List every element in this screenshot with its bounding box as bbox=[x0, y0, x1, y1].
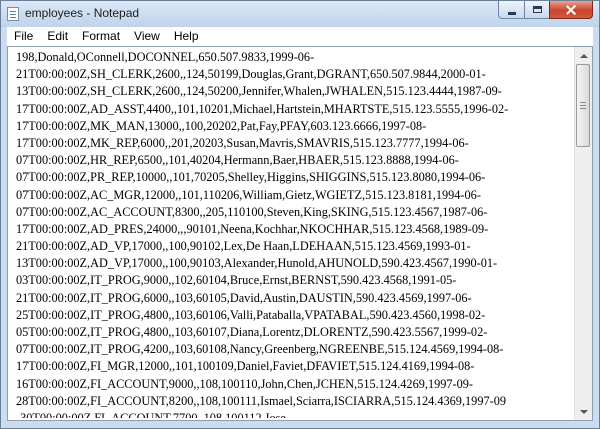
text-line: 17T00:00:00Z,AD_ASST,4400,,101,10201,Mic… bbox=[16, 101, 509, 116]
menu-bar: File Edit Format View Help bbox=[7, 27, 593, 46]
text-line: 05T00:00:00Z,IT_PROG,4800,,103,60107,Dia… bbox=[16, 325, 488, 339]
arrow-up-icon bbox=[579, 53, 588, 58]
minimize-button[interactable] bbox=[498, 1, 524, 19]
text-line: 21T00:00:00Z,AD_VP,17000,,100,90102,Lex,… bbox=[16, 239, 471, 254]
text-line: 198,Donald,OConnell,DOCONNEL,650.507.983… bbox=[16, 50, 315, 64]
text-editor[interactable]: 198,Donald,OConnell,DOCONNEL,650.507.983… bbox=[16, 49, 568, 418]
notepad-icon[interactable] bbox=[7, 7, 19, 21]
menu-view[interactable]: View bbox=[127, 27, 167, 46]
title-bar[interactable]: employees - Notepad bbox=[1, 1, 599, 27]
maximize-icon bbox=[532, 6, 542, 13]
text-line: 07T00:00:00Z,AC_ACCOUNT,8300,,205,110100… bbox=[16, 204, 488, 219]
scroll-up-button[interactable] bbox=[575, 47, 592, 64]
text-line: 21T00:00:00Z,IT_PROG,6000,,103,60105,Dav… bbox=[16, 290, 472, 305]
text-line: 17T00:00:00Z,AD_PRES,24000,,,90101,Neena… bbox=[16, 221, 489, 236]
text-line: 28T00:00:00Z,FI_ACCOUNT,8200,,108,100111… bbox=[16, 393, 507, 408]
text-line: 17T00:00:00Z,MK_MAN,13000,,100,20202,Pat… bbox=[16, 118, 427, 133]
notepad-window: employees - Notepad File Edit Format Vie… bbox=[0, 0, 600, 429]
menu-help[interactable]: Help bbox=[167, 27, 206, 46]
scrollbar-thumb[interactable] bbox=[576, 64, 590, 147]
text-line: 13T00:00:00Z,AD_VP,17000,,100,90103,Alex… bbox=[16, 256, 498, 271]
text-line: 03T00:00:00Z,IT_PROG,9000,,102,60104,Bru… bbox=[16, 273, 457, 288]
text-line: 25T00:00:00Z,IT_PROG,4800,,103,60106,Val… bbox=[16, 307, 486, 322]
close-button[interactable] bbox=[549, 1, 593, 19]
text-line: 07T00:00:00Z,IT_PROG,4200,,103,60108,Nan… bbox=[16, 342, 504, 357]
text-line: -30T00:00:00Z,FI_ACCOUNT,7700,,108,10011… bbox=[16, 410, 286, 418]
arrow-down-icon bbox=[579, 409, 588, 414]
text-line: 17T00:00:00Z,MK_REP,6000,,201,20203,Susa… bbox=[16, 135, 469, 150]
vertical-scrollbar[interactable] bbox=[574, 47, 592, 420]
maximize-button[interactable] bbox=[524, 1, 549, 19]
text-line: 13T00:00:00Z,SH_CLERK,2600,,124,50200,Je… bbox=[16, 84, 502, 99]
window-title: employees - Notepad bbox=[25, 6, 140, 20]
text-line: 07T00:00:00Z,AC_MGR,12000,,101,110206,Wi… bbox=[16, 187, 481, 202]
editor-area: 198,Donald,OConnell,DOCONNEL,650.507.983… bbox=[7, 46, 593, 421]
menu-file[interactable]: File bbox=[7, 27, 40, 46]
menu-edit[interactable]: Edit bbox=[40, 27, 75, 46]
text-line: 21T00:00:00Z,SH_CLERK,2600,,124,50199,Do… bbox=[16, 67, 486, 82]
text-line: 07T00:00:00Z,HR_REP,6500,,101,40204,Herm… bbox=[16, 153, 459, 168]
menu-format[interactable]: Format bbox=[75, 27, 127, 46]
minimize-icon bbox=[507, 11, 516, 15]
close-icon bbox=[565, 4, 577, 16]
window-controls bbox=[498, 1, 593, 20]
scroll-down-button[interactable] bbox=[575, 403, 592, 420]
text-line: 17T00:00:00Z,FI_MGR,12000,,101,100109,Da… bbox=[16, 359, 475, 374]
text-line: 16T00:00:00Z,FI_ACCOUNT,9000,,108,100110… bbox=[16, 376, 474, 391]
text-line: 07T00:00:00Z,PR_REP,10000,,101,70205,She… bbox=[16, 170, 486, 185]
